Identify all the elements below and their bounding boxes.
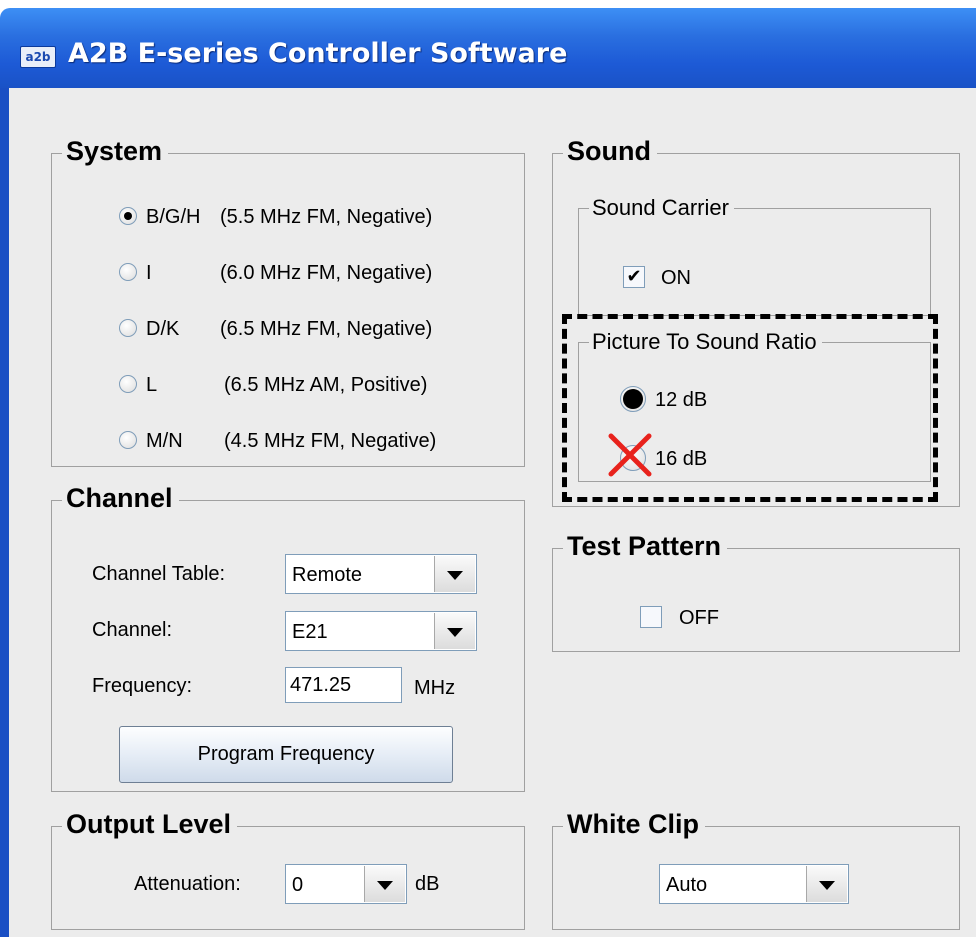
window-left-border: [0, 88, 9, 937]
attenuation-label: Attenuation:: [134, 873, 241, 895]
channel-select[interactable]: E21: [285, 611, 477, 651]
system-radio-mn[interactable]: [119, 431, 137, 449]
white-clip-group: White Clip Auto: [552, 809, 960, 930]
system-radio-l[interactable]: [119, 375, 137, 393]
attenuation-select[interactable]: 0: [285, 864, 407, 904]
frequency-unit: MHz: [414, 677, 456, 699]
system-option-desc: (6.0 MHz FM, Negative): [220, 262, 433, 284]
test-pattern-legend: Test Pattern: [563, 531, 728, 562]
white-clip-value: Auto: [666, 874, 708, 896]
app-window: a2b A2B E-series Controller Software Sys…: [0, 0, 976, 937]
red-x-mark-icon: [608, 433, 652, 477]
white-clip-select[interactable]: Auto: [659, 864, 849, 904]
sound-legend: Sound: [563, 136, 657, 167]
system-option-code: I: [146, 262, 152, 284]
attenuation-unit: dB: [415, 873, 440, 895]
channel-table-select[interactable]: Remote: [285, 554, 477, 594]
program-frequency-button[interactable]: Program Frequency: [119, 726, 453, 783]
chevron-down-icon[interactable]: [434, 613, 475, 649]
channel-value: E21: [292, 621, 328, 643]
window-title: A2B E-series Controller Software: [68, 38, 568, 69]
system-option-desc: (5.5 MHz FM, Negative): [220, 206, 433, 228]
test-pattern-label: OFF: [679, 607, 719, 629]
system-radio-i[interactable]: [119, 263, 137, 281]
sound-carrier-legend: Sound Carrier: [589, 195, 734, 221]
system-option-desc: (4.5 MHz FM, Negative): [224, 430, 437, 452]
system-radio-dk[interactable]: [119, 319, 137, 337]
white-clip-legend: White Clip: [563, 809, 705, 840]
channel-table-label: Channel Table:: [92, 563, 226, 585]
sound-carrier-label: ON: [661, 267, 691, 289]
test-pattern-group: Test Pattern OFF: [552, 531, 960, 652]
system-option-desc: (6.5 MHz FM, Negative): [220, 318, 433, 340]
title-bar[interactable]: a2b A2B E-series Controller Software: [0, 8, 976, 88]
channel-legend: Channel: [62, 483, 179, 514]
output-level-legend: Output Level: [62, 809, 238, 840]
test-pattern-checkbox[interactable]: [640, 606, 662, 628]
chevron-down-icon[interactable]: [434, 556, 475, 592]
window-client-area: System B/G/H (5.5 MHz FM, Negative) I (6…: [9, 88, 976, 937]
channel-label: Channel:: [92, 619, 173, 641]
system-option-desc: (6.5 MHz AM, Positive): [224, 374, 428, 396]
channel-group: Channel Channel Table: Remote Channel: E…: [51, 483, 525, 792]
system-radio-bgh[interactable]: [119, 207, 137, 225]
system-option-code: M/N: [146, 430, 183, 452]
chevron-down-icon[interactable]: [364, 866, 405, 902]
system-option-code: L: [146, 374, 158, 396]
app-icon: a2b: [20, 46, 56, 68]
sound-carrier-group: Sound Carrier ✔ ON: [578, 195, 931, 316]
chevron-down-icon[interactable]: [806, 866, 847, 902]
system-group: System B/G/H (5.5 MHz FM, Negative) I (6…: [51, 136, 525, 467]
frequency-label: Frequency:: [92, 675, 193, 697]
frequency-input[interactable]: [285, 667, 402, 703]
output-level-group: Output Level Attenuation: 0 dB: [51, 809, 525, 930]
sound-carrier-checkbox[interactable]: ✔: [623, 266, 645, 288]
system-option-code: B/G/H: [146, 206, 201, 228]
attenuation-value: 0: [292, 874, 304, 896]
channel-table-value: Remote: [292, 564, 363, 586]
system-option-code: D/K: [146, 318, 180, 340]
system-legend: System: [62, 136, 169, 167]
